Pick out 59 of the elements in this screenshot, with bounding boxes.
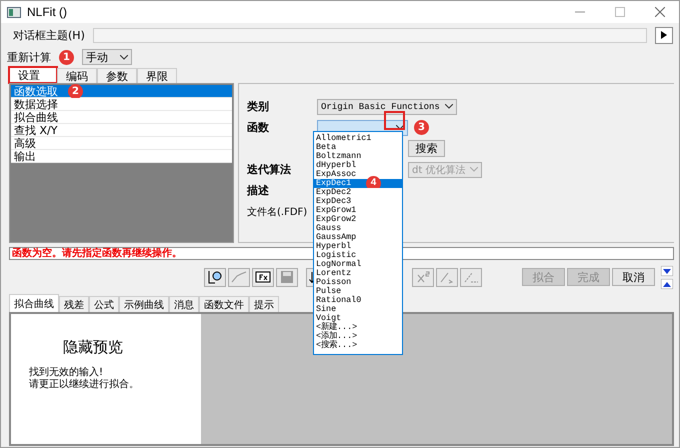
tab[interactable]: 设置 (9, 67, 57, 83)
preview-message: 找到无效的输入! (29, 367, 104, 378)
function-tool[interactable] (252, 268, 274, 286)
dialog-button[interactable]: 取消 (612, 268, 655, 286)
theme-field[interactable] (92, 28, 647, 42)
expand-button[interactable] (655, 26, 673, 44)
step-badge: 2 (68, 84, 83, 98)
recalculate-label: 重新计算 (7, 50, 51, 64)
preview-tab[interactable]: 残差 (59, 296, 89, 312)
curve-icon (231, 270, 247, 284)
category-label: 类别 (247, 99, 270, 114)
nav-item[interactable]: 函数选取 2 (11, 85, 232, 98)
step-badge: 1 (59, 50, 74, 64)
file-name-label: 文件名(.FDF) (247, 206, 308, 218)
chevron-icon (470, 167, 478, 172)
recalculate-dropdown[interactable]: 手动 (82, 49, 132, 65)
preview-message: 请更正以继续进行拟合。 (29, 379, 140, 391)
tab[interactable]: 界限 (137, 68, 177, 83)
function-option[interactable]: ExpDec1 4 (314, 179, 402, 188)
description-label: 描述 (247, 183, 270, 198)
down-triangle-icon[interactable] (661, 266, 673, 276)
nav-item[interactable]: 高级 (11, 137, 232, 150)
superscript-icon (415, 270, 431, 284)
preview-tab[interactable]: 示例曲线 (119, 296, 169, 312)
nav-item[interactable]: 拟合曲线 (11, 111, 232, 124)
preview-title: 隐藏预览 (63, 338, 124, 357)
step-badge: 3 (414, 120, 429, 135)
app-icon (7, 6, 21, 18)
save-icon (279, 270, 295, 284)
up-triangle-icon[interactable] (661, 278, 673, 288)
tab[interactable]: 编码 (57, 68, 97, 83)
preview-tab[interactable]: 拟合曲线 (9, 294, 59, 312)
function-label: 函数 (247, 120, 270, 135)
magnifier-icon (207, 270, 223, 284)
preview-tab[interactable]: 消息 (169, 296, 199, 312)
iteration-label: 迭代算法 (247, 162, 292, 177)
highlight-frame (384, 111, 405, 130)
chevron-icon (445, 104, 453, 109)
play-icon (661, 31, 667, 39)
nav-item[interactable]: 查找 X/Y (11, 124, 232, 137)
preview-tab[interactable]: 公式 (89, 296, 119, 312)
category-dropdown[interactable]: Origin Basic Functions (317, 98, 457, 114)
zoom-tool[interactable] (204, 268, 226, 286)
search-button[interactable]: 搜索 (408, 140, 445, 157)
theme-label: 对话框主题(H) (13, 28, 85, 42)
window-title: NLFit () (27, 5, 68, 19)
multi-step-icon (463, 270, 479, 284)
chevron-icon (396, 125, 404, 130)
tab[interactable]: 参数 (97, 68, 137, 83)
close-icon[interactable] (655, 7, 665, 17)
preview-tab[interactable]: 提示 (249, 296, 279, 312)
down-arrow-icon (309, 272, 315, 282)
nav-item[interactable]: 数据选择 (11, 98, 232, 111)
step-icon (439, 270, 455, 284)
preview-tab[interactable]: 函数文件 (199, 296, 249, 312)
chevron-icon (120, 54, 128, 60)
nav-item[interactable]: 输出 (11, 150, 232, 163)
chi-square-tool[interactable] (412, 268, 434, 286)
fx-icon (255, 270, 271, 284)
